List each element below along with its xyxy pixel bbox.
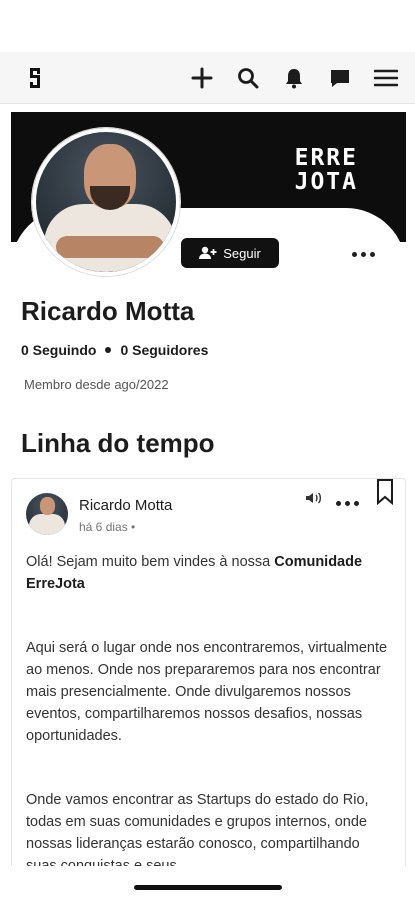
- search-icon[interactable]: [235, 65, 261, 91]
- plus-icon[interactable]: [189, 65, 215, 91]
- add-user-icon: [199, 246, 217, 259]
- brand-line-2: JOTA: [294, 169, 358, 195]
- post-author-avatar[interactable]: [26, 493, 68, 535]
- stats-separator: [105, 347, 112, 353]
- timeline-title: Linha do tempo: [21, 428, 215, 458]
- following-count[interactable]: 0 Seguindo: [21, 342, 96, 358]
- menu-icon[interactable]: [373, 65, 399, 91]
- member-since: Membro desde ago/2022: [24, 377, 169, 392]
- speaker-icon[interactable]: [304, 489, 324, 507]
- post-more-button[interactable]: [334, 495, 360, 511]
- profile-avatar[interactable]: [32, 128, 180, 276]
- followers-count[interactable]: 0 Seguidores: [120, 342, 208, 358]
- post-author-name[interactable]: Ricardo Motta: [79, 497, 172, 514]
- follow-button[interactable]: Seguir: [181, 238, 279, 268]
- bottom-area: [0, 866, 415, 900]
- post-paragraph-2: Aqui será o lugar onde nos encontraremos…: [26, 640, 388, 744]
- more-dots-icon: [351, 251, 375, 257]
- post-body: Olá! Sejam muito bem vindes à nossa Comu…: [26, 551, 392, 877]
- follow-button-label: Seguir: [223, 245, 261, 261]
- bookmark-icon[interactable]: [374, 479, 396, 507]
- follow-stats: 0 Seguindo 0 Seguidores: [21, 342, 208, 358]
- bell-icon[interactable]: [281, 65, 307, 91]
- post-time: há 6 dias •: [79, 520, 136, 534]
- logo-icon[interactable]: [24, 65, 46, 91]
- post-paragraph-3: Onde vamos encontrar as Startups do esta…: [26, 792, 369, 874]
- post-card: Ricardo Motta há 6 dias • Olá! Sejam mui…: [11, 478, 406, 878]
- brand-logo: ERRE JOTA: [295, 146, 358, 194]
- chat-icon[interactable]: [327, 65, 353, 91]
- profile-name: Ricardo Motta: [21, 296, 195, 326]
- post-more-dots-icon: [335, 500, 359, 506]
- top-navigation-bar: [0, 52, 415, 104]
- profile-more-button[interactable]: [348, 244, 378, 264]
- home-indicator[interactable]: [134, 885, 282, 890]
- brand-line-1: ERRE: [294, 145, 358, 171]
- post-paragraph-1: Olá! Sejam muito bem vindes à nossa Comu…: [26, 551, 392, 595]
- status-bar-area: [0, 0, 415, 50]
- post-paragraph-1-text: Olá! Sejam muito bem vindes à nossa: [26, 554, 275, 570]
